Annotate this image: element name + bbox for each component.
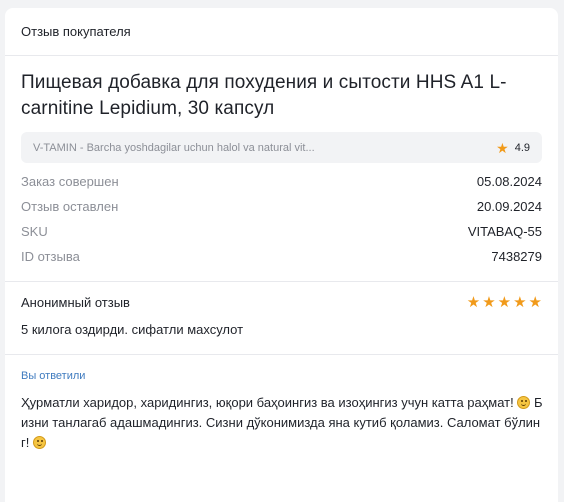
shop-rating: ★ 4.9: [496, 141, 530, 155]
meta-row-order-date: Заказ совершен 05.08.2024: [21, 169, 542, 194]
meta-list: Заказ совершен 05.08.2024 Отзыв оставлен…: [21, 169, 542, 269]
shop-row[interactable]: V-TAMIN - Barcha yoshdagilar uchun halol…: [21, 132, 542, 163]
star-icon: ★: [497, 294, 512, 311]
meta-label: SKU: [21, 224, 48, 239]
answer-section: Вы ответили Ҳурматли харидор, харидингиз…: [5, 355, 558, 453]
star-icon: ★: [513, 294, 527, 311]
star-icon: ★: [496, 139, 509, 156]
star-icon: ★: [528, 294, 542, 311]
answer-text: Ҳурматли харидор, харидингиз, юқори баҳо…: [21, 393, 543, 453]
meta-label: ID отзыва: [21, 249, 80, 264]
product-section: Пищевая добавка для похудения и сытости …: [5, 56, 558, 269]
star-icon: ★: [482, 294, 496, 311]
review-section: Анонимный отзыв ★ ★ ★ ★ ★ 5 килога оздир…: [5, 282, 558, 354]
meta-label: Заказ совершен: [21, 174, 119, 189]
card-header: Отзыв покупателя: [5, 8, 558, 56]
meta-row-sku: SKU VITABAQ-55: [21, 219, 542, 244]
meta-value: 7438279: [491, 249, 542, 264]
review-author: Анонимный отзыв: [21, 295, 130, 310]
header-title: Отзыв покупателя: [21, 24, 131, 39]
shop-rating-value: 4.9: [514, 141, 530, 154]
meta-row-review-id: ID отзыва 7438279: [21, 244, 542, 269]
meta-value: VITABAQ-55: [467, 224, 542, 239]
review-rating-stars: ★ ★ ★ ★ ★: [467, 295, 542, 310]
meta-value: 05.08.2024: [476, 174, 542, 189]
review-card: Отзыв покупателя Пищевая добавка для пох…: [5, 8, 558, 502]
meta-row-review-date: Отзыв оставлен 20.09.2024: [21, 194, 542, 219]
star-icon: ★: [466, 294, 481, 311]
meta-value: 20.09.2024: [476, 199, 542, 214]
meta-label: Отзыв оставлен: [21, 199, 119, 214]
smiling-face-icon: [517, 396, 531, 409]
product-title[interactable]: Пищевая добавка для похудения и сытости …: [21, 70, 542, 122]
review-text: 5 килога оздирди. сифатли махсулот: [21, 322, 244, 337]
shop-name[interactable]: V-TAMIN - Barcha yoshdagilar uchun halol…: [33, 142, 315, 154]
smiling-face-icon: [32, 436, 46, 449]
review-head: Анонимный отзыв ★ ★ ★ ★ ★: [21, 282, 542, 310]
answer-label: Вы ответили: [21, 370, 86, 382]
answer-text-part: Ҳурматли харидор, харидингиз, юқори баҳо…: [21, 395, 518, 410]
